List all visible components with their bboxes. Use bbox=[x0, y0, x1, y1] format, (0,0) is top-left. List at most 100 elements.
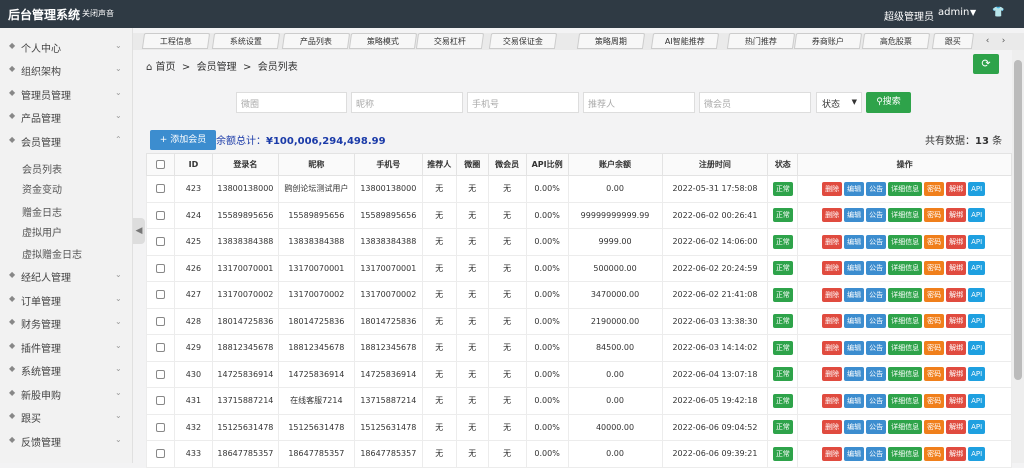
delete-button[interactable]: 删除 bbox=[822, 393, 843, 408]
tab[interactable]: 交易保证金 bbox=[488, 33, 558, 49]
search-button[interactable]: ⚲搜索 bbox=[866, 92, 911, 113]
unbind-button[interactable]: 解绑 bbox=[946, 314, 967, 329]
edit-button[interactable]: 编辑 bbox=[844, 367, 865, 382]
details-button[interactable]: 详细信息 bbox=[888, 393, 923, 408]
edit-button[interactable]: 编辑 bbox=[844, 340, 865, 355]
tab[interactable]: 交易杠杆 bbox=[415, 33, 485, 49]
delete-button[interactable]: 删除 bbox=[822, 261, 843, 276]
tab[interactable]: 策略模式 bbox=[348, 33, 418, 49]
details-button[interactable]: 详细信息 bbox=[888, 208, 923, 223]
row-select-cell[interactable] bbox=[146, 307, 175, 335]
tab[interactable]: 工程信息 bbox=[141, 33, 211, 49]
edit-button[interactable]: 编辑 bbox=[844, 446, 865, 461]
announcement-button[interactable]: 公告 bbox=[866, 181, 887, 196]
delete-button[interactable]: 删除 bbox=[822, 208, 843, 223]
delete-button[interactable]: 删除 bbox=[822, 287, 843, 302]
row-select-cell[interactable] bbox=[146, 387, 175, 415]
announcement-button[interactable]: 公告 bbox=[866, 393, 887, 408]
sidebar-subitem[interactable]: 会员列表 bbox=[22, 161, 62, 176]
announcement-button[interactable]: 公告 bbox=[866, 367, 887, 382]
details-button[interactable]: 详细信息 bbox=[888, 420, 923, 435]
row-checkbox[interactable] bbox=[155, 343, 165, 353]
select-all-checkbox[interactable] bbox=[155, 160, 165, 169]
unbind-button[interactable]: 解绑 bbox=[946, 234, 967, 249]
row-checkbox[interactable] bbox=[155, 396, 165, 406]
edit-button[interactable]: 编辑 bbox=[844, 314, 865, 329]
edit-button[interactable]: 编辑 bbox=[844, 261, 865, 276]
tab[interactable]: 策略周期 bbox=[576, 33, 646, 49]
sidebar-subitem[interactable]: 虚拟赠金日志 bbox=[22, 246, 82, 261]
sidebar-item[interactable]: ◆ 组织架构 ⌄ bbox=[0, 59, 132, 81]
announcement-button[interactable]: 公告 bbox=[866, 208, 887, 223]
edit-button[interactable]: 编辑 bbox=[844, 208, 865, 223]
row-checkbox[interactable] bbox=[155, 422, 165, 432]
unbind-button[interactable]: 解绑 bbox=[946, 181, 967, 196]
row-select-cell[interactable] bbox=[146, 440, 175, 468]
edit-button[interactable]: 编辑 bbox=[844, 181, 865, 196]
sidebar-item[interactable]: ◆ 经纪人管理 ⌄ bbox=[0, 265, 132, 287]
details-button[interactable]: 详细信息 bbox=[888, 261, 923, 276]
password-button[interactable]: 密码 bbox=[924, 261, 945, 276]
announcement-button[interactable]: 公告 bbox=[866, 340, 887, 355]
row-checkbox[interactable] bbox=[155, 316, 165, 326]
vip-filter-input[interactable]: 微会员 bbox=[699, 92, 811, 113]
delete-button[interactable]: 删除 bbox=[822, 234, 843, 249]
edit-button[interactable]: 编辑 bbox=[844, 287, 865, 302]
add-member-button[interactable]: + 添加会员 bbox=[150, 130, 216, 150]
tab[interactable]: AI智能推荐 bbox=[650, 33, 720, 49]
row-checkbox[interactable] bbox=[155, 263, 165, 273]
sidebar-item[interactable]: ◆ 系统管理 ⌄ bbox=[0, 359, 132, 381]
details-button[interactable]: 详细信息 bbox=[888, 314, 923, 329]
sidebar-item[interactable]: ◆ 财务管理 ⌄ bbox=[0, 312, 132, 334]
password-button[interactable]: 密码 bbox=[924, 314, 945, 329]
row-select-cell[interactable] bbox=[146, 254, 175, 282]
circle-filter-input[interactable]: 微圈 bbox=[236, 92, 347, 113]
tabs-prev-icon[interactable]: ‹ bbox=[980, 33, 995, 49]
delete-button[interactable]: 删除 bbox=[822, 446, 843, 461]
unbind-button[interactable]: 解绑 bbox=[946, 393, 967, 408]
sidebar-item[interactable]: ◆ 订单管理 ⌄ bbox=[0, 289, 132, 311]
details-button[interactable]: 详细信息 bbox=[888, 446, 923, 461]
phone-filter-input[interactable]: 手机号 bbox=[467, 92, 579, 113]
password-button[interactable]: 密码 bbox=[924, 446, 945, 461]
announcement-button[interactable]: 公告 bbox=[866, 446, 887, 461]
row-select-cell[interactable] bbox=[146, 281, 175, 309]
row-select-cell[interactable] bbox=[146, 228, 175, 256]
api-button[interactable]: API bbox=[968, 314, 986, 329]
delete-button[interactable]: 删除 bbox=[822, 340, 843, 355]
tab[interactable]: 热门推荐 bbox=[726, 33, 796, 49]
password-button[interactable]: 密码 bbox=[924, 420, 945, 435]
sidebar-subitem[interactable]: 资金变动 bbox=[22, 181, 62, 196]
edit-button[interactable]: 编辑 bbox=[844, 234, 865, 249]
tab[interactable]: 券商账户 bbox=[793, 33, 863, 49]
tab[interactable]: 系统设置 bbox=[211, 33, 281, 49]
row-checkbox[interactable] bbox=[155, 369, 165, 379]
nickname-filter-input[interactable]: 昵称 bbox=[351, 92, 463, 113]
details-button[interactable]: 详细信息 bbox=[888, 367, 923, 382]
api-button[interactable]: API bbox=[968, 420, 986, 435]
user-menu[interactable]: admin bbox=[938, 7, 969, 18]
sidebar-item[interactable]: ◆ 新股申购 ⌄ bbox=[0, 383, 132, 405]
delete-button[interactable]: 删除 bbox=[822, 367, 843, 382]
announcement-button[interactable]: 公告 bbox=[866, 287, 887, 302]
announcement-button[interactable]: 公告 bbox=[866, 234, 887, 249]
password-button[interactable]: 密码 bbox=[924, 208, 945, 223]
referrer-filter-input[interactable]: 推荐人 bbox=[583, 92, 695, 113]
breadcrumb-level1[interactable]: 会员管理 bbox=[197, 62, 237, 73]
api-button[interactable]: API bbox=[968, 208, 986, 223]
sidebar-subitem[interactable]: 赠金日志 bbox=[22, 204, 62, 219]
row-select-cell[interactable] bbox=[146, 360, 175, 388]
delete-button[interactable]: 删除 bbox=[822, 420, 843, 435]
sidebar-collapse-handle[interactable]: ◀ bbox=[133, 218, 145, 244]
row-select-cell[interactable] bbox=[146, 413, 175, 441]
row-checkbox[interactable] bbox=[155, 449, 165, 459]
sidebar-item[interactable]: ◆ 管理员管理 ⌄ bbox=[0, 83, 132, 105]
theme-shirt-icon[interactable]: 👕 bbox=[992, 7, 1004, 18]
details-button[interactable]: 详细信息 bbox=[888, 340, 923, 355]
tab[interactable]: 高危股票 bbox=[861, 33, 931, 49]
sidebar-item[interactable]: ◆ 会员管理 ⌃ bbox=[0, 130, 132, 152]
api-button[interactable]: API bbox=[968, 367, 986, 382]
password-button[interactable]: 密码 bbox=[924, 367, 945, 382]
api-button[interactable]: API bbox=[968, 340, 986, 355]
details-button[interactable]: 详细信息 bbox=[888, 287, 923, 302]
